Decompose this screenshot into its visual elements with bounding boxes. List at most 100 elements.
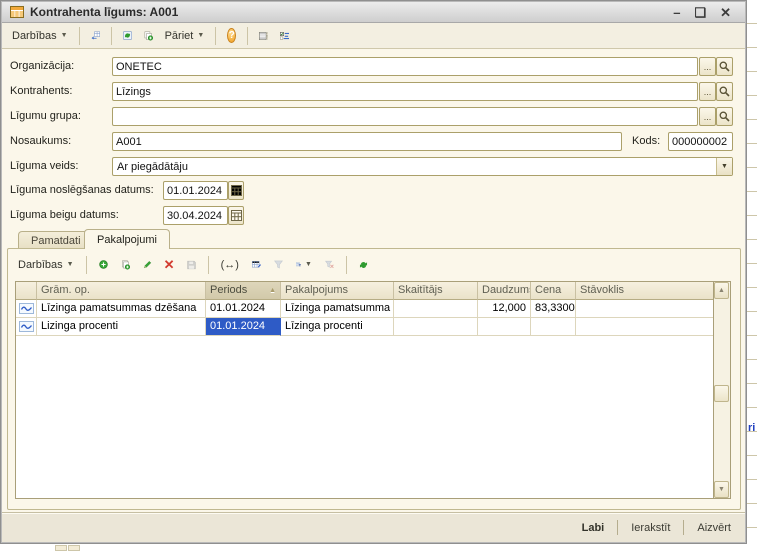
cell-stavoklis[interactable] — [576, 300, 713, 318]
grid-header-daudzums[interactable]: Daudzums — [478, 282, 531, 300]
chevron-down-icon[interactable]: ▼ — [716, 158, 732, 175]
cell-daudzums[interactable] — [478, 318, 531, 336]
cell-cena[interactable]: 83,3300 — [531, 300, 576, 318]
main-toolbar: Darbības ▼ — [2, 23, 745, 49]
cell-gram-op[interactable]: Līzinga pamatsummas dzēšana — [37, 300, 206, 318]
chevron-down-icon: ▼ — [61, 32, 68, 39]
ligumu-grupa-input[interactable] — [112, 107, 698, 126]
nosaukums-label: Nosaukums: — [10, 132, 71, 151]
floppy-disk-icon — [187, 258, 196, 272]
table-settings-button[interactable] — [248, 257, 265, 273]
cell-gram-op[interactable]: Lizinga procenti — [37, 318, 206, 336]
background-cell — [68, 545, 80, 551]
pariet-menu-button[interactable]: Pāriet ▼ — [161, 28, 209, 44]
cell-daudzums[interactable]: 12,000 — [478, 300, 531, 318]
beigu-datums-label: Līguma beigu datums: — [10, 206, 119, 225]
help-icon: ? — [227, 28, 236, 43]
tab-pamatdati[interactable]: Pamatdati — [18, 231, 94, 249]
nosaukums-input[interactable] — [112, 132, 622, 151]
toolbar-separator — [208, 256, 209, 274]
kontrahents-browse-button[interactable]: ... — [699, 82, 716, 101]
choose-columns-button[interactable] — [276, 28, 293, 44]
maximize-button[interactable]: ❑ — [694, 6, 706, 19]
scrollbar-thumb[interactable] — [714, 385, 729, 402]
ligumu-grupa-lookup-button[interactable] — [716, 107, 733, 126]
table-row[interactable]: Līzinga pamatsummas dzēšana 01.01.2024 L… — [16, 300, 713, 318]
toolbar-separator — [215, 27, 216, 45]
nosl-datums-calendar-button[interactable] — [228, 181, 244, 200]
nosl-datums-input[interactable] — [163, 181, 228, 200]
cell-stavoklis[interactable] — [576, 318, 713, 336]
liguma-veids-select[interactable]: Ar piegādātāju ▼ — [112, 157, 733, 176]
refresh-window-button[interactable] — [119, 28, 136, 44]
column-label: Stāvoklis — [580, 282, 624, 299]
column-label: Grām. op. — [41, 282, 90, 299]
magnifier-icon — [719, 86, 730, 97]
cell-cena[interactable] — [531, 318, 576, 336]
grid-header-indicator[interactable] — [16, 282, 37, 300]
grid-header-cena[interactable]: Cena — [531, 282, 576, 300]
cell-pakalpojums[interactable]: Līzinga procenti — [281, 318, 394, 336]
clear-filter-button[interactable] — [321, 257, 338, 273]
cell-skaititajs[interactable] — [394, 318, 478, 336]
table-filter-icon — [296, 257, 301, 272]
record-list-button[interactable] — [255, 28, 272, 44]
cell-skaititajs[interactable] — [394, 300, 478, 318]
beigu-datums-calendar-button[interactable] — [228, 206, 244, 225]
grid-header-row: Grām. op. Periods ▲ Pakalpojums Skaitītā… — [16, 282, 713, 300]
toolbar-separator — [86, 256, 87, 274]
column-label: Cena — [535, 282, 561, 299]
grid-header-stavoklis[interactable]: Stāvoklis — [576, 282, 713, 300]
background-partial-link: ri — [748, 422, 755, 434]
contract-dialog-window: Kontrahenta līgums: A001 – ❑ ✕ Darbības … — [0, 0, 747, 544]
save-row-button[interactable] — [183, 257, 200, 273]
grid-header-skaititajs[interactable]: Skaitītājs — [394, 282, 478, 300]
tab-pakalpojumi[interactable]: Pakalpojumi — [84, 229, 170, 249]
beigu-datums-input[interactable] — [163, 206, 228, 225]
close-button[interactable]: ✕ — [720, 6, 731, 19]
add-row-button[interactable] — [95, 257, 112, 273]
kontrahents-input[interactable] — [112, 82, 698, 101]
copy-row-button[interactable] — [117, 257, 134, 273]
kontrahents-lookup-button[interactable] — [716, 82, 733, 101]
help-button[interactable]: ? — [223, 28, 240, 44]
scroll-up-button[interactable]: ▲ — [714, 282, 729, 299]
clear-filter-icon — [325, 258, 334, 271]
copy-plus-icon — [144, 28, 153, 44]
autofit-columns-button[interactable]: (↔) — [217, 257, 243, 273]
table-row[interactable]: Lizinga procenti 01.01.2024 Līzinga proc… — [16, 318, 713, 336]
ierakstit-button[interactable]: Ierakstīt — [627, 520, 674, 536]
save-and-return-button[interactable] — [87, 28, 104, 44]
ligumu-grupa-browse-button[interactable]: ... — [699, 107, 716, 126]
column-label: Periods — [210, 282, 247, 299]
organizacija-lookup-button[interactable] — [716, 57, 733, 76]
darbibas-menu-button[interactable]: Darbības ▼ — [8, 28, 72, 44]
grid-darbibas-menu-button[interactable]: Darbības ▼ — [14, 257, 78, 273]
copy-document-button[interactable] — [140, 28, 157, 44]
cell-periods-selected[interactable]: 01.01.2024 — [206, 318, 281, 336]
grid-header-gram-op[interactable]: Grām. op. — [37, 282, 206, 300]
cell-pakalpojums[interactable]: Līzinga pamatsumma — [281, 300, 394, 318]
background-app-bottom-strip — [0, 545, 747, 551]
minimize-button[interactable]: – — [673, 6, 680, 19]
refresh-grid-button[interactable] — [355, 257, 372, 273]
labi-button[interactable]: Labi — [578, 520, 609, 536]
organizacija-input[interactable] — [112, 57, 698, 76]
grid-toolbar: Darbības ▼ ✕ — [14, 252, 372, 277]
grid-header-periods[interactable]: Periods ▲ — [206, 282, 281, 300]
magnifier-icon — [719, 111, 730, 122]
scroll-down-button[interactable]: ▼ — [714, 481, 729, 498]
title-bar[interactable]: Kontrahenta līgums: A001 – ❑ ✕ — [2, 2, 745, 23]
grid-vertical-scrollbar[interactable]: ▲ ▼ — [714, 281, 731, 499]
kods-input[interactable] — [668, 132, 733, 151]
delete-row-button[interactable]: ✕ — [161, 257, 178, 273]
cell-periods[interactable]: 01.01.2024 — [206, 300, 281, 318]
scroll-down-icon: ▼ — [718, 486, 725, 493]
filter-settings-button[interactable]: ▼ — [292, 257, 316, 273]
grid-header-pakalpojums[interactable]: Pakalpojums — [281, 282, 394, 300]
filter-button[interactable] — [270, 257, 287, 273]
screen: ri Kontrahenta līgums: A001 – ❑ ✕ — [0, 0, 757, 551]
aizvert-button[interactable]: Aizvērt — [693, 520, 735, 536]
organizacija-browse-button[interactable]: ... — [699, 57, 716, 76]
edit-row-button[interactable] — [139, 257, 156, 273]
